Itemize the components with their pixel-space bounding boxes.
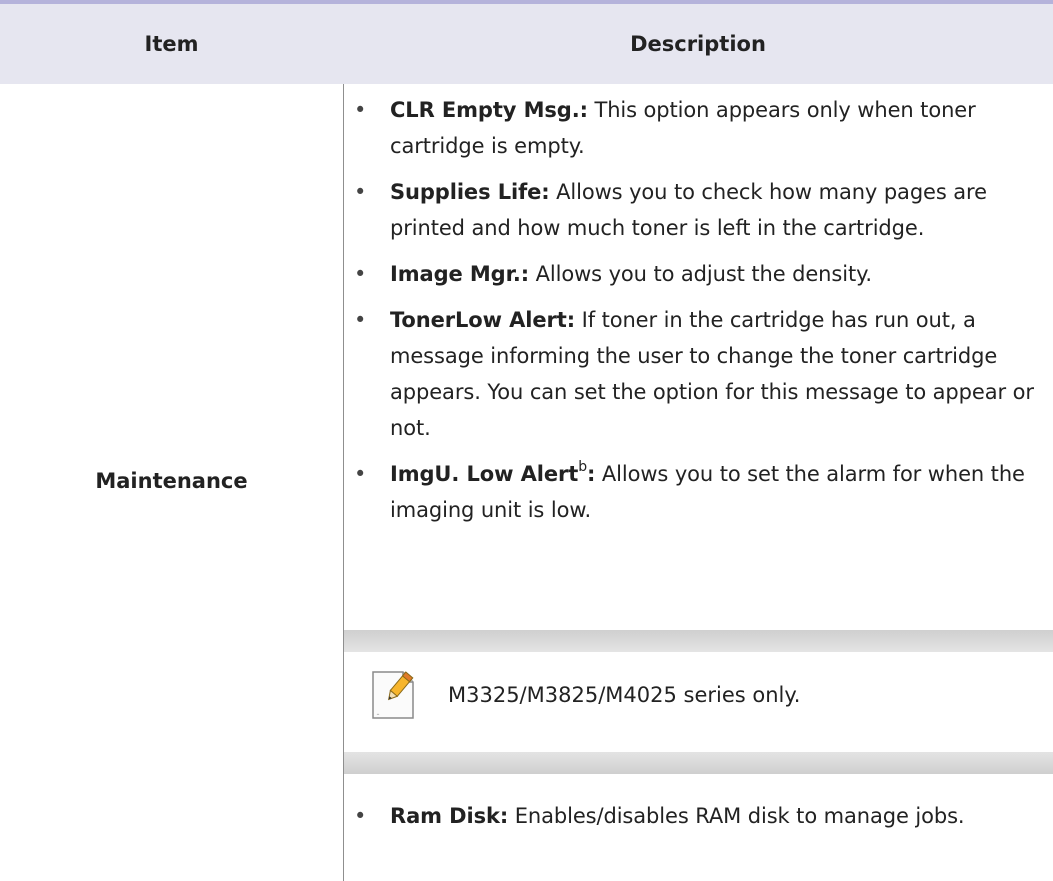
note-pencil-icon — [372, 671, 414, 719]
bullet-dot-icon: • — [354, 262, 367, 286]
column-header-description: Description — [630, 32, 766, 56]
bullet-term-suffix: : — [586, 462, 596, 486]
bullet-dot-icon: • — [354, 462, 367, 486]
bullet-term: TonerLow Alert: — [390, 308, 576, 332]
bullet-term: Ram Disk: — [390, 804, 509, 828]
bullet-dot-icon: • — [354, 804, 367, 828]
bullet-imgu-low-alert: • ImgU. Low Alertb: Allows you to set th… — [354, 456, 1044, 528]
footnote-marker: b — [578, 459, 587, 475]
bullet-term: ImgU. Low Alert — [390, 462, 579, 486]
bullet-dot-icon: • — [354, 98, 367, 122]
column-header-item: Item — [144, 32, 199, 56]
note-band-top — [344, 630, 1053, 652]
note-band-bottom — [344, 752, 1053, 774]
note-box: M3325/M3825/M4025 series only. — [344, 630, 1053, 774]
description-bullet-list: • CLR Empty Msg.: This option appears on… — [354, 92, 1044, 538]
table-header-row: Item Description — [0, 4, 1053, 84]
bullet-dot-icon: • — [354, 180, 367, 204]
bullet-ram-disk-container: • Ram Disk: Enables/disables RAM disk to… — [354, 798, 1044, 844]
bullet-clr-empty-msg: • CLR Empty Msg.: This option appears on… — [354, 92, 1044, 164]
note-text: M3325/M3825/M4025 series only. — [448, 683, 801, 707]
bullet-supplies-life: • Supplies Life: Allows you to check how… — [354, 174, 1044, 246]
bullet-dot-icon: • — [354, 308, 367, 332]
row-item-label: Maintenance — [95, 469, 248, 493]
bullet-term: Image Mgr.: — [390, 262, 530, 286]
bullet-term: CLR Empty Msg.: — [390, 98, 588, 122]
bullet-text: Allows you to adjust the density. — [535, 262, 873, 286]
bullet-text: Enables/disables RAM disk to manage jobs… — [514, 804, 965, 828]
bullet-image-mgr: • Image Mgr.: Allows you to adjust the d… — [354, 256, 1044, 292]
bullet-tonerlow-alert: • TonerLow Alert: If toner in the cartri… — [354, 302, 1044, 446]
bullet-ram-disk: • Ram Disk: Enables/disables RAM disk to… — [354, 798, 1044, 834]
bullet-term: Supplies Life: — [390, 180, 550, 204]
